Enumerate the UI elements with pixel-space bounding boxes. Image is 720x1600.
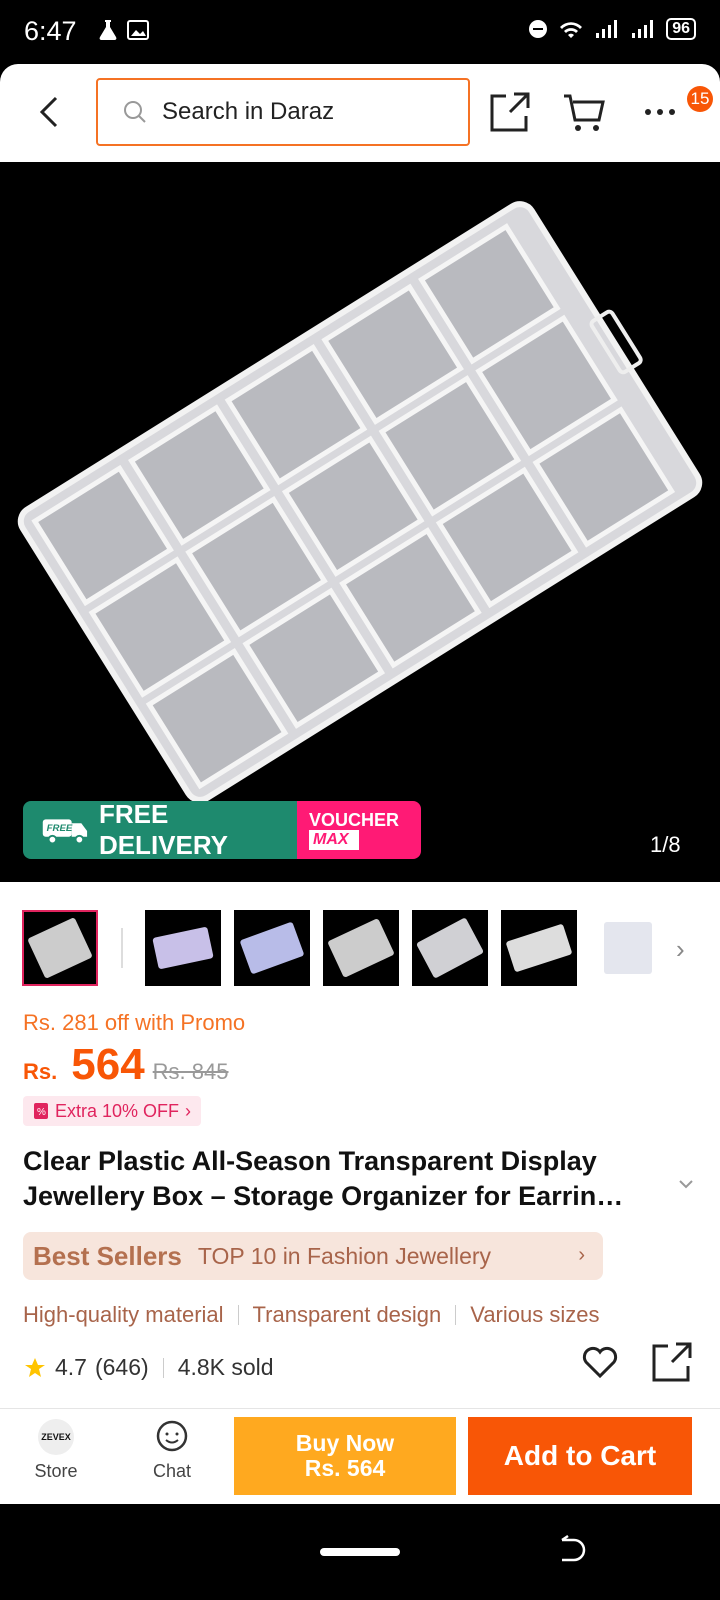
store-button[interactable]: ZEVEX Store [16, 1419, 96, 1482]
store-label: Store [34, 1461, 78, 1481]
share-icon[interactable] [652, 1342, 692, 1382]
search-input[interactable]: Search in Daraz [96, 78, 470, 146]
product-image-carousel[interactable] [0, 162, 720, 882]
status-time: 6:47 [24, 16, 77, 46]
buy-now-price: Rs. 564 [304, 1455, 386, 1481]
price-row: Rs. 564 Rs. 845 [23, 1040, 229, 1090]
review-count: (646) [94, 1354, 149, 1380]
signal-icon [596, 20, 618, 38]
chat-icon [156, 1420, 188, 1452]
voucher-text: VOUCHER [309, 810, 400, 830]
promo-discount-text: Rs. 281 off with Promo [23, 1010, 246, 1035]
more-options-icon[interactable] [640, 90, 684, 134]
search-placeholder: Search in Daraz [162, 98, 335, 125]
free-delivery-text: FREE DELIVERY [98, 801, 228, 859]
image-icon [127, 20, 149, 40]
search-icon [124, 101, 146, 123]
cart-badge: 15 [687, 86, 713, 112]
thumbnail-next-icon[interactable]: › [676, 934, 685, 965]
current-price: 564 [71, 1040, 145, 1089]
cart-icon[interactable] [562, 90, 606, 134]
thumbnail-5[interactable] [412, 910, 488, 986]
thumbnail-7[interactable] [590, 910, 666, 986]
home-gesture-pill[interactable] [320, 1548, 400, 1556]
rating-value: 4.7 [55, 1354, 87, 1380]
feature-item: High-quality material [23, 1302, 224, 1327]
thumbnail-4[interactable] [323, 910, 399, 986]
thumbnail-3[interactable] [234, 910, 310, 986]
buy-now-button[interactable]: Buy Now Rs. 564 [234, 1417, 456, 1495]
nav-back-icon[interactable] [556, 1534, 590, 1568]
system-nav-bar [0, 1504, 720, 1600]
best-sellers-label: Best Sellers [33, 1240, 182, 1271]
product-details: › Rs. 281 off with Promo Rs. 564 Rs. 845… [0, 882, 720, 1408]
thumbnail-strip [22, 910, 679, 986]
best-sellers-rank: TOP 10 in Fashion Jewellery [197, 1242, 492, 1269]
delivery-truck-icon: FREE [42, 819, 88, 845]
store-logo: ZEVEX [38, 1419, 74, 1455]
chat-label: Chat [152, 1461, 192, 1481]
wifi-icon [560, 22, 583, 38]
best-sellers-banner[interactable]: Best Sellers TOP 10 in Fashion Jewellery… [23, 1232, 603, 1280]
max-text: MAX [309, 830, 359, 850]
feature-highlights: High-quality material Transparent design… [23, 1302, 599, 1328]
bottom-action-bar: ZEVEX Store Chat Buy Now Rs. 564 Add to … [0, 1408, 720, 1504]
extra-discount-text: Extra 10% OFF [55, 1100, 180, 1121]
voucher-icon: % [34, 1103, 48, 1119]
voucher-max-badge: VOUCHER MAX [297, 801, 421, 859]
share-icon[interactable] [488, 90, 532, 134]
add-to-cart-button[interactable]: Add to Cart [468, 1417, 692, 1495]
chat-button[interactable]: Chat [132, 1419, 212, 1482]
product-image [17, 201, 703, 803]
flask-icon [99, 20, 117, 40]
free-tag-text: FREE [47, 823, 73, 834]
dnd-icon [529, 20, 548, 38]
chevron-right-icon: › [578, 1244, 585, 1266]
thumbnail-6[interactable] [501, 910, 577, 986]
sold-count: 4.8K sold [177, 1354, 274, 1380]
image-counter: 1/8 [650, 832, 681, 857]
signal-icon-2 [632, 20, 654, 38]
feature-item: Various sizes [470, 1302, 600, 1327]
feature-item: Transparent design [252, 1302, 442, 1327]
chevron-right-icon: › [185, 1100, 192, 1121]
star-icon [25, 1357, 45, 1377]
free-delivery-banner: FREE FREE DELIVERY VOUCHER MAX [23, 801, 421, 859]
wishlist-heart-icon[interactable] [580, 1342, 620, 1382]
extra-discount-tag[interactable]: % Extra 10% OFF › [23, 1096, 202, 1126]
rating-row[interactable]: 4.7 (646) 4.8K sold [23, 1354, 274, 1381]
product-title[interactable]: Clear Plastic All-Season Transparent Dis… [23, 1144, 663, 1214]
top-header: Search in Daraz 15 [0, 64, 720, 162]
back-arrow-icon[interactable] [30, 92, 70, 132]
thumbnail-2[interactable] [145, 910, 221, 986]
battery-indicator: 96 [666, 18, 696, 40]
currency-label: Rs. [23, 1059, 58, 1084]
buy-now-label: Buy Now [295, 1430, 395, 1456]
status-bar: 6:47 96 [0, 0, 720, 64]
chevron-down-icon[interactable] [676, 1174, 696, 1194]
original-price: Rs. 845 [152, 1059, 229, 1084]
thumbnail-1[interactable] [22, 910, 98, 986]
svg-text:%: % [37, 1107, 46, 1118]
